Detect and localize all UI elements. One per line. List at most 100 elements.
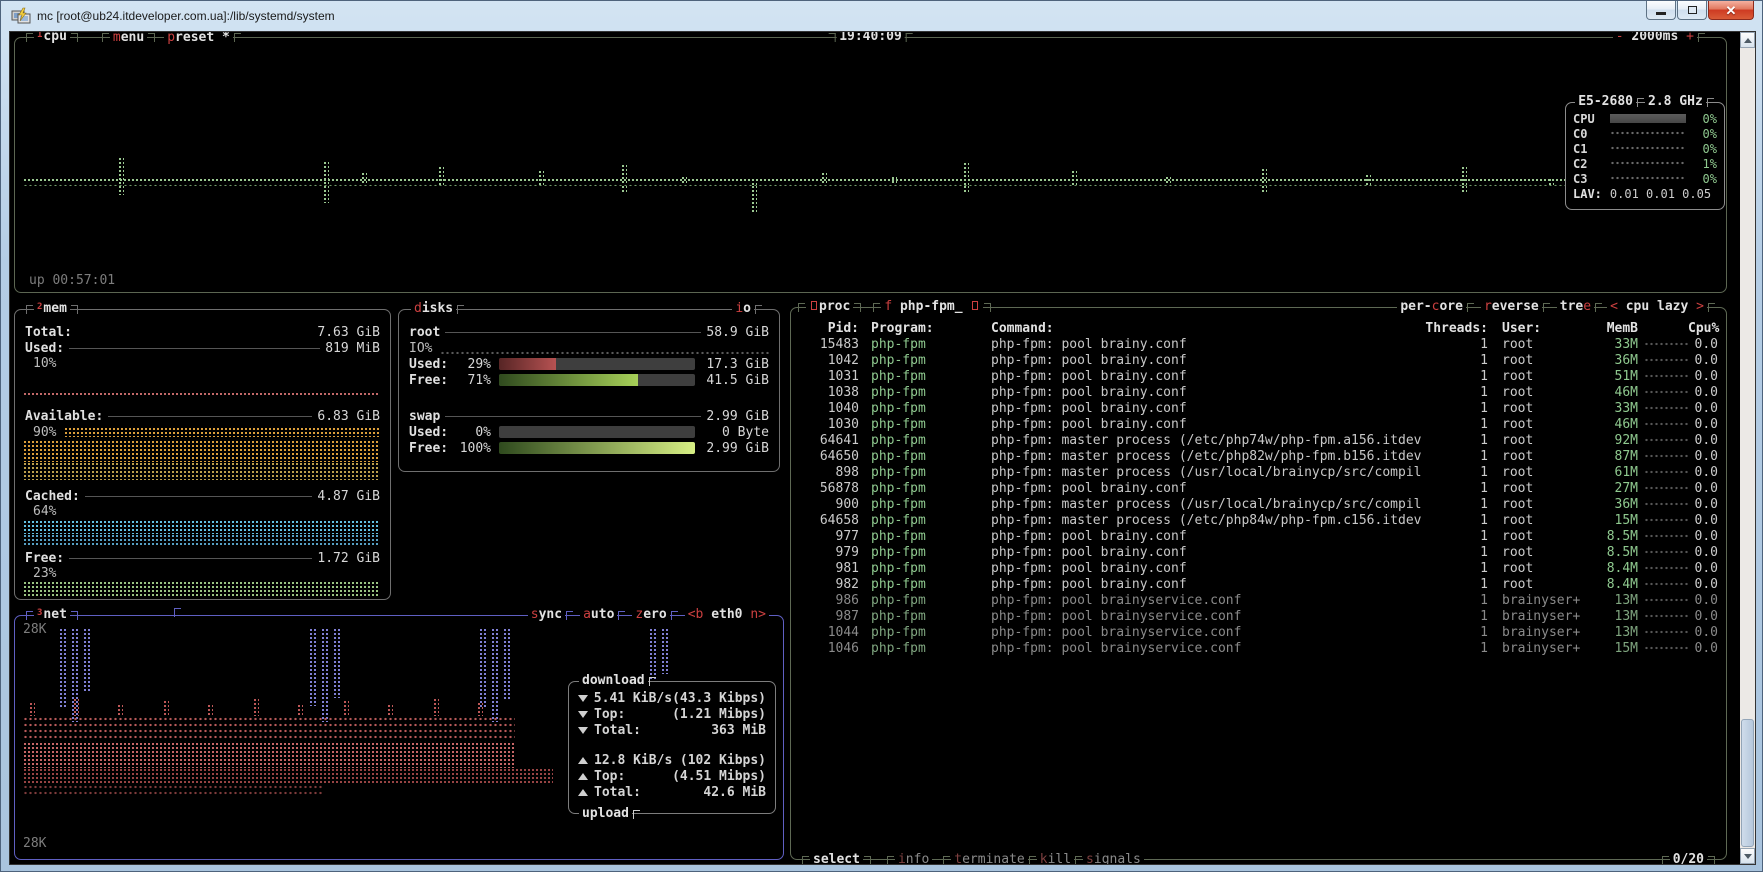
process-row[interactable]: 1044php-fpmphp-fpm: pool brainyservice.c… — [799, 624, 1718, 640]
menu-button[interactable]: menu — [110, 32, 147, 45]
process-row[interactable]: 898php-fpmphp-fpm: master process (/usr/… — [799, 464, 1718, 480]
process-row[interactable]: 1040php-fpmphp-fpm: pool brainy.conf1roo… — [799, 400, 1718, 416]
process-row[interactable]: 1031php-fpmphp-fpm: pool brainy.conf1roo… — [799, 368, 1718, 384]
net-upload-scale: 28K — [23, 836, 46, 851]
load-average-row: LAV: 0.01 0.01 0.05 — [1566, 186, 1724, 201]
download-speed-row: 5.41 KiB/s(43.3 Kibps) — [569, 690, 775, 706]
mem-used-row: Used:819 MiB — [25, 340, 380, 356]
box-glyph-icon — [811, 301, 817, 310]
close-button[interactable]: ✕ — [1708, 1, 1754, 20]
info-button[interactable]: info — [895, 853, 932, 864]
sort-next-button[interactable]: > — [1696, 299, 1704, 314]
cpu-box-title[interactable]: 1cpu — [34, 32, 70, 45]
mem-free-row: Free:1.72 GiB — [25, 550, 380, 566]
down-arrow-icon — [578, 711, 588, 718]
disk-free-meter — [499, 374, 695, 386]
interval-increase-button[interactable]: + — [1686, 32, 1694, 44]
core-meter — [1610, 175, 1686, 182]
process-row[interactable]: 1038php-fpmphp-fpm: pool brainy.conf1roo… — [799, 384, 1718, 400]
scroll-up-button[interactable] — [1740, 32, 1755, 48]
mem-free-pct: 23% — [33, 566, 56, 581]
cpu-model: E5-2680 — [1575, 95, 1636, 109]
mem-meter — [1644, 597, 1688, 603]
titlebar[interactable]: mc [root@ub24.itdeveloper.com.ua]:/lib/s… — [1, 1, 1762, 31]
signals-button[interactable]: signals — [1083, 853, 1144, 864]
next-interface-button[interactable]: n> — [750, 607, 766, 622]
terminal: 1cpu menu preset * 19:40:09 - 2000ms + — [10, 32, 1740, 864]
interval-decrease-button[interactable]: - — [1616, 32, 1624, 44]
net-interface-switcher[interactable]: <b eth0 n> — [685, 608, 769, 622]
process-row[interactable]: 979php-fpmphp-fpm: pool brainy.conf1root… — [799, 544, 1718, 560]
core-row: C10% — [1566, 141, 1724, 156]
process-row[interactable]: 982php-fpmphp-fpm: pool brainy.conf1root… — [799, 576, 1718, 592]
proc-box-title[interactable]: proc — [806, 300, 853, 314]
mem-box-title[interactable]: 2mem — [34, 302, 70, 317]
mem-meter — [1644, 421, 1688, 427]
process-row[interactable]: 64658php-fpmphp-fpm: master process (/et… — [799, 512, 1718, 528]
mem-meter — [1644, 533, 1688, 539]
net-sync-toggle[interactable]: sync — [528, 608, 565, 622]
preset-button[interactable]: preset * — [164, 32, 233, 45]
application-window: mc [root@ub24.itdeveloper.com.ua]:/lib/s… — [0, 0, 1763, 872]
process-row[interactable]: 977php-fpmphp-fpm: pool brainy.conf1root… — [799, 528, 1718, 544]
disks-io-toggle[interactable]: io — [732, 302, 754, 316]
scroll-down-icon — [1744, 854, 1752, 859]
per-core-toggle[interactable]: per-core — [1397, 300, 1466, 314]
clock: 19:40:09 — [836, 32, 905, 44]
prev-interface-button[interactable]: <b — [688, 607, 704, 622]
process-row[interactable]: 1030php-fpmphp-fpm: pool brainy.conf1roo… — [799, 416, 1718, 432]
net-download-scale: 28K — [23, 622, 46, 637]
process-table-header[interactable]: Pid: Program: Command: Threads: User: Me… — [799, 320, 1718, 336]
process-row[interactable]: 15483php-fpmphp-fpm: pool brainy.conf1ro… — [799, 336, 1718, 352]
filter-input[interactable]: php-fpm_ — [900, 299, 963, 314]
process-row[interactable]: 986php-fpmphp-fpm: pool brainyservice.co… — [799, 592, 1718, 608]
reverse-toggle[interactable]: reverse — [1481, 300, 1542, 314]
process-row[interactable]: 64641php-fpmphp-fpm: master process (/et… — [799, 432, 1718, 448]
disk-used-row: Used:0% 0 Byte — [409, 424, 769, 440]
process-row[interactable]: 1042php-fpmphp-fpm: pool brainy.conf1roo… — [799, 352, 1718, 368]
mem-cached-pct: 64% — [33, 504, 56, 519]
terminate-button[interactable]: terminate — [951, 853, 1027, 864]
process-row[interactable]: 1046php-fpmphp-fpm: pool brainyservice.c… — [799, 640, 1718, 656]
minimize-button[interactable] — [1646, 1, 1676, 20]
disk-used-row: Used:29% 17.3 GiB — [409, 356, 769, 372]
mem-meter — [1644, 565, 1688, 571]
disk-io-graph — [440, 350, 769, 354]
down-arrow-icon — [578, 727, 588, 734]
disks-box-title[interactable]: disks — [411, 302, 456, 316]
net-auto-toggle[interactable]: auto — [580, 608, 617, 622]
mem-meter — [1644, 341, 1688, 347]
core-row: C30% — [1566, 171, 1724, 186]
cpu-box: 1cpu menu preset * 19:40:09 - 2000ms + — [14, 37, 1727, 293]
mem-meter — [1644, 517, 1688, 523]
net-box-title[interactable]: 3net — [34, 608, 70, 623]
mem-available-row: Available:6.83 GiB — [25, 408, 380, 424]
core-row: C00% — [1566, 126, 1724, 141]
proc-box: proc f php-fpm_ per-core reverse tree < — [790, 307, 1727, 860]
restore-button[interactable] — [1677, 1, 1707, 20]
process-row[interactable]: 987php-fpmphp-fpm: pool brainyservice.co… — [799, 608, 1718, 624]
mem-meter — [1644, 453, 1688, 459]
interface-name: eth0 — [711, 607, 750, 622]
core-row: C21% — [1566, 156, 1724, 171]
scroll-down-button[interactable] — [1740, 848, 1755, 864]
process-filter[interactable]: f php-fpm_ — [881, 300, 983, 314]
up-arrow-icon — [578, 773, 588, 780]
disk-name-row: swap2.99 GiB — [409, 408, 769, 424]
sort-prev-button[interactable]: < — [1610, 299, 1618, 314]
tree-toggle[interactable]: tree — [1557, 300, 1594, 314]
net-zero-toggle[interactable]: zero — [632, 608, 669, 622]
scrollbar[interactable] — [1740, 32, 1755, 864]
process-row[interactable]: 981php-fpmphp-fpm: pool brainy.conf1root… — [799, 560, 1718, 576]
mem-meter — [1644, 405, 1688, 411]
process-row[interactable]: 64650php-fpmphp-fpm: master process (/et… — [799, 448, 1718, 464]
scrollbar-thumb[interactable] — [1741, 719, 1754, 847]
close-icon: ✕ — [1726, 4, 1737, 17]
process-row[interactable]: 900php-fpmphp-fpm: master process (/usr/… — [799, 496, 1718, 512]
kill-button[interactable]: kill — [1037, 853, 1074, 864]
select-button[interactable]: select — [810, 853, 863, 864]
upload-speed-row: 12.8 KiB/s(102 Kibps) — [569, 752, 775, 768]
sort-selector[interactable]: < cpu lazy > — [1607, 300, 1707, 314]
process-row[interactable]: 56878php-fpmphp-fpm: pool brainy.conf1ro… — [799, 480, 1718, 496]
interval-value: 2000ms — [1631, 32, 1686, 44]
